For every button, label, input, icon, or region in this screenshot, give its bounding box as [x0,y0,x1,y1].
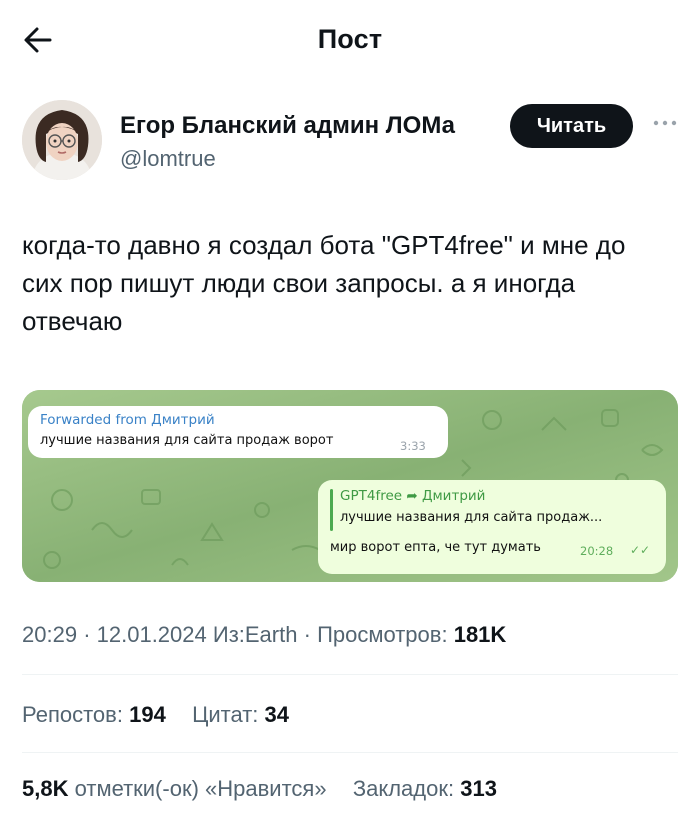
page-title: Пост [317,24,383,54]
likes-count[interactable]: 5,8K [22,776,68,801]
reply-header: GPT4free ➦ Дмитрий [340,488,486,504]
divider [22,752,678,753]
likes-label[interactable]: отметки(-ок) «Нравится» [75,776,327,801]
meta-separator: · [303,622,318,647]
tweet-meta: 20:29 · 12.01.2024 Из:Earth · Просмотров… [22,622,506,648]
outgoing-message-time: 20:28 [580,544,614,558]
top-bar: Пост [0,0,700,80]
views-count[interactable]: 181K [454,622,507,647]
incoming-message-text: лучшие названия для сайта продаж ворот [40,433,334,448]
tweet-text: когда-то давно я создал бота "GPT4free" … [22,230,626,336]
bookmarks-label[interactable]: Закладок: [353,776,454,801]
author-name[interactable]: Егор Бланский админ ЛОМа [120,112,455,140]
follow-button[interactable]: Читать [510,104,633,148]
quotes-label[interactable]: Цитат: [192,702,258,727]
bookmarks-count[interactable]: 313 [460,776,497,801]
forwarded-from-label: Forwarded from Дмитрий [40,412,215,428]
incoming-message-time: 3:33 [400,439,426,453]
reposts-count[interactable]: 194 [129,702,166,727]
reply-quote-bar [330,489,333,531]
outgoing-message-text: мир ворот епта, че тут думать [330,540,541,555]
tweet-time[interactable]: 20:29 [22,622,77,647]
meta-separator: · [83,622,97,647]
incoming-message-bubble: Forwarded from Дмитрий лучшие названия д… [28,406,448,458]
quotes-count[interactable]: 34 [265,702,289,727]
double-check-icon: ✓✓ [630,543,651,557]
tweet-source: Из:Earth [212,622,298,647]
tweet-date[interactable]: 12.01.2024 [97,622,207,647]
more-dots-icon[interactable] [650,108,680,138]
likes-bookmarks-row: 5,8K отметки(-ок) «Нравится» Закладок: 3… [22,776,497,802]
author-handle[interactable]: @lomtrue [120,146,216,172]
reposts-quotes-row: Репостов: 194 Цитат: 34 [22,702,289,728]
outgoing-message-bubble: GPT4free ➦ Дмитрий лучшие названия для с… [318,480,666,574]
reposts-label[interactable]: Репостов: [22,702,123,727]
avatar[interactable] [22,100,102,180]
tweet-media-image[interactable]: Forwarded from Дмитрий лучшие названия д… [22,390,678,582]
author-row: Егор Бланский админ ЛОМа @lomtrue Читать [22,100,700,184]
reply-quoted-text: лучшие названия для сайта продаж... [340,510,603,525]
divider [22,674,678,675]
views-label: Просмотров: [317,622,448,647]
